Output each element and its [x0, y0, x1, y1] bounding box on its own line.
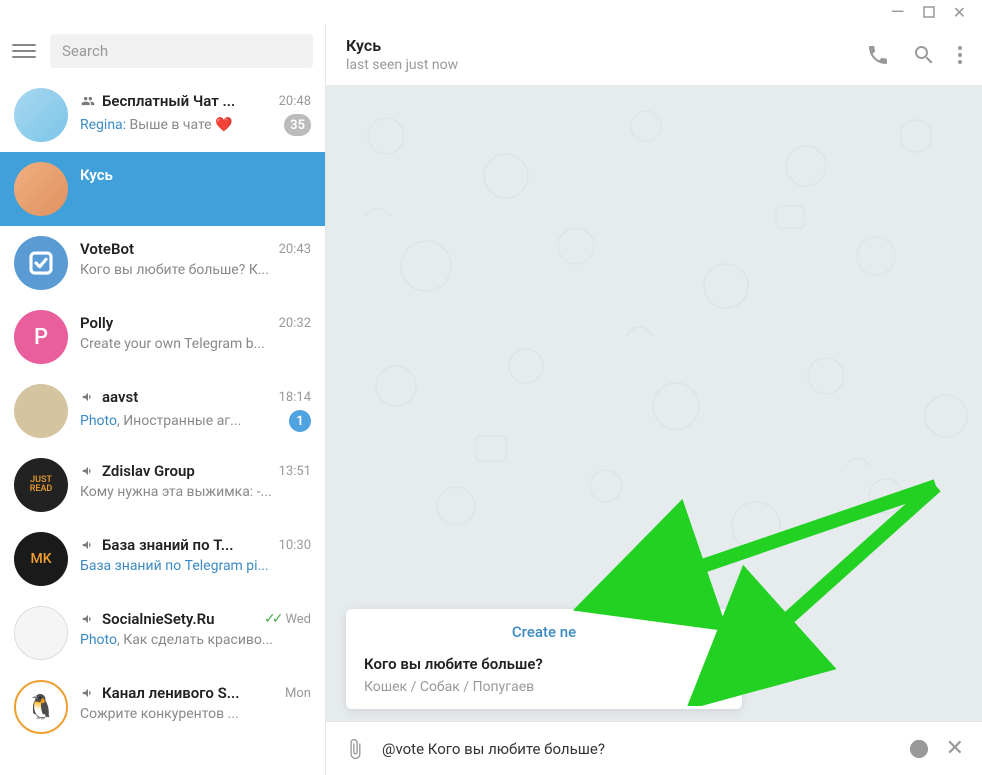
cancel-icon[interactable]: ✕: [946, 736, 964, 761]
chat-time: Wed: [285, 612, 311, 627]
chat-title: SocialnieSety.Ru: [80, 610, 258, 628]
channel-icon: [80, 464, 96, 478]
chat-title: aavst: [80, 388, 273, 406]
chat-item[interactable]: VoteBot 20:43 Кого вы любите больше? К..…: [0, 226, 325, 300]
group-icon: [80, 94, 96, 108]
popup-options: Кошек / Собак / Попугаев: [364, 679, 724, 695]
chat-item[interactable]: JUSTREAD Zdislav Group 13:51 Кому нужна …: [0, 448, 325, 522]
chat-time: 13:51: [279, 464, 311, 479]
emoji-icon[interactable]: [908, 738, 930, 760]
channel-icon: [80, 390, 96, 404]
close-button[interactable]: ✕: [953, 3, 966, 22]
chat-preview: Create your own Telegram b...: [80, 336, 311, 352]
avatar: [14, 236, 68, 290]
menu-button[interactable]: [12, 39, 36, 63]
chat-preview: Photo, Как сделать красиво...: [80, 632, 311, 648]
chat-time: Mon: [285, 686, 311, 701]
unread-badge: 35: [284, 114, 311, 136]
chat-preview: Regina: Выше в чате ❤️: [80, 117, 278, 133]
main-panel: Кусь last seen just now: [326, 24, 982, 775]
chat-preview: База знаний по Telegram pi...: [80, 558, 311, 574]
maximize-button[interactable]: [923, 3, 935, 22]
unread-badge: 1: [289, 410, 311, 432]
chat-item-selected[interactable]: Кусь: [0, 152, 325, 226]
avatar: 🐧: [14, 680, 68, 734]
chat-area: Create ne Кого вы любите больше? Кошек /…: [326, 86, 982, 721]
search-icon[interactable]: [912, 43, 936, 67]
header-status: last seen just now: [346, 57, 852, 73]
minimize-button[interactable]: —: [891, 2, 905, 23]
avatar: MK: [14, 532, 68, 586]
chat-title: Кусь: [80, 166, 311, 184]
chat-time: 20:43: [279, 242, 311, 257]
chat-item[interactable]: aavst 18:14 Photo, Иностранные аг... 1: [0, 374, 325, 448]
channel-icon: [80, 538, 96, 552]
channel-icon: [80, 612, 96, 626]
sidebar: Search Бесплатный Чат ... 20:48 Regina: …: [0, 24, 326, 775]
chat-time: 10:30: [279, 538, 311, 553]
channel-icon: [80, 686, 96, 700]
chat-title: Polly: [80, 314, 273, 332]
chat-preview: Кого вы любите больше? К...: [80, 262, 311, 278]
message-input[interactable]: @vote Кого вы любите больше?: [382, 740, 892, 758]
chat-item[interactable]: Бесплатный Чат ... 20:48 Regina: Выше в …: [0, 78, 325, 152]
chat-item[interactable]: 🐧 Канал ленивого S... Mon Сожрите конкур…: [0, 670, 325, 744]
avatar: [14, 162, 68, 216]
message-composer: @vote Кого вы любите больше? ✕: [326, 721, 982, 775]
chat-preview: Сожрите конкурентов ...: [80, 706, 311, 722]
header-title: Кусь: [346, 36, 852, 55]
avatar: [14, 606, 68, 660]
chat-list: Бесплатный Чат ... 20:48 Regina: Выше в …: [0, 78, 325, 775]
chat-preview: Photo, Иностранные аг...: [80, 413, 283, 429]
popup-create-label: Create ne: [364, 623, 724, 641]
chat-title: Канал ленивого S...: [80, 684, 279, 702]
avatar: [14, 384, 68, 438]
window-titlebar: — ✕: [0, 0, 982, 24]
chat-item[interactable]: P Polly 20:32 Create your own Telegram b…: [0, 300, 325, 374]
search-input[interactable]: Search: [50, 34, 313, 68]
more-options-button[interactable]: [958, 46, 962, 64]
chat-item[interactable]: MK База знаний по T... 10:30 База знаний…: [0, 522, 325, 596]
chat-time: 20:48: [279, 94, 311, 109]
chat-time: 20:32: [279, 316, 311, 331]
chat-title: VoteBot: [80, 240, 273, 258]
chat-title: Zdislav Group: [80, 462, 273, 480]
chat-title: База знаний по T...: [80, 536, 273, 554]
attach-icon[interactable]: [344, 738, 366, 760]
chat-title: Бесплатный Чат ...: [80, 92, 273, 110]
popup-question: Кого вы любите больше?: [364, 655, 724, 673]
chat-item[interactable]: SocialnieSety.Ru ✓✓ Wed Photo, Как сдела…: [0, 596, 325, 670]
call-icon[interactable]: [866, 43, 890, 67]
avatar: [14, 88, 68, 142]
avatar: JUSTREAD: [14, 458, 68, 512]
chat-background: [326, 86, 982, 686]
chat-header: Кусь last seen just now: [326, 24, 982, 86]
vote-popup[interactable]: Create ne Кого вы любите больше? Кошек /…: [346, 609, 742, 709]
chat-time: 18:14: [279, 390, 311, 405]
avatar: P: [14, 310, 68, 364]
read-checks-icon: ✓✓: [264, 611, 279, 627]
chat-preview: Кому нужна эта выжимка: -...: [80, 484, 311, 500]
